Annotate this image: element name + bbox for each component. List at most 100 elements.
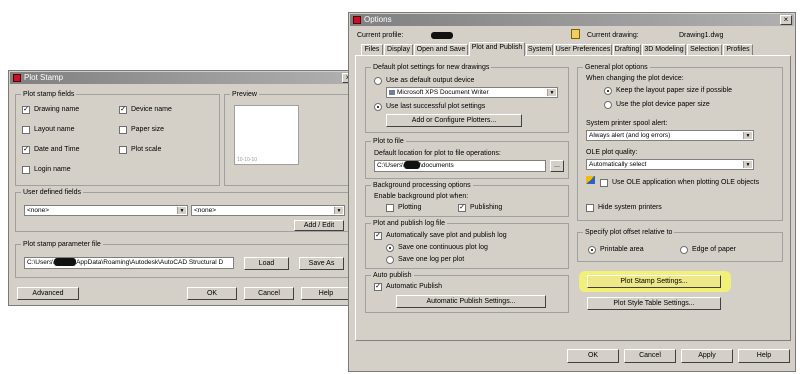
auto-publish-group: Auto publish ✓ Automatic Publish Automat…: [365, 271, 569, 313]
autocad-app-icon: [13, 74, 21, 82]
publishing-checkbox[interactable]: ✓: [458, 204, 466, 212]
log-file-group: Plot and publish log file ✓ Automaticall…: [365, 219, 569, 269]
enable-background-label: Enable background plot when:: [374, 193, 469, 200]
apply-button[interactable]: Apply: [681, 349, 733, 363]
path-prefix: C:\Users\: [377, 162, 405, 169]
use-last-successful-label: Use last successful plot settings: [386, 103, 486, 110]
login-name-label: Login name: [34, 166, 71, 173]
tab-open-and-save[interactable]: Open and Save: [414, 44, 468, 55]
automatic-publish-settings-button[interactable]: Automatic Publish Settings...: [396, 295, 546, 308]
save-continuous-radio[interactable]: [386, 244, 394, 252]
tab-selection[interactable]: Selection: [687, 44, 722, 55]
help-button[interactable]: Help: [738, 349, 790, 363]
device-name-label: Device name: [131, 106, 172, 113]
use-ole-application-checkbox[interactable]: [600, 179, 608, 187]
layout-name-checkbox[interactable]: [22, 126, 30, 134]
printable-area-label: Printable area: [600, 246, 644, 253]
keep-layout-paper-radio[interactable]: [604, 87, 612, 95]
paper-size-label: Paper size: [131, 126, 165, 133]
save-per-plot-radio[interactable]: [386, 256, 394, 264]
general-plot-options-group: General plot options When changing the p…: [577, 63, 783, 221]
tab-display[interactable]: Display: [384, 44, 413, 55]
chevron-down-icon[interactable]: ▼: [743, 161, 752, 168]
path-prefix: C:\Users\: [27, 259, 55, 266]
user-field-2-dropdown[interactable]: <none> ▼: [191, 205, 345, 216]
edge-of-paper-radio[interactable]: [680, 246, 688, 254]
plot-stamp-dialog: Plot Stamp × Plot stamp fields ✓ Drawing…: [8, 70, 358, 306]
autocad-app-icon: [353, 16, 361, 24]
tab-3d-modeling[interactable]: 3D Modeling: [642, 44, 686, 55]
plotting-label: Plotting: [398, 204, 422, 211]
tab-profiles[interactable]: Profiles: [723, 44, 753, 55]
cancel-button[interactable]: Cancel: [244, 287, 294, 300]
automatic-publish-checkbox[interactable]: ✓: [374, 283, 382, 291]
close-icon[interactable]: ×: [780, 15, 792, 25]
parameter-file-group: Plot stamp parameter file C:\Users\ AppDa…: [15, 240, 351, 278]
use-default-device-radio[interactable]: [374, 77, 382, 85]
layout-name-label: Layout name: [34, 126, 75, 133]
tab-user-preferences[interactable]: User Preferences: [554, 44, 612, 55]
group-label: Plot and publish log file: [371, 219, 447, 228]
drawing-name-label: Drawing name: [34, 106, 80, 113]
advanced-button[interactable]: Advanced: [17, 287, 79, 300]
publishing-label: Publishing: [470, 204, 503, 211]
ok-button[interactable]: OK: [567, 349, 619, 363]
chevron-down-icon[interactable]: ▼: [547, 89, 556, 96]
tab-files[interactable]: Files: [361, 44, 383, 55]
use-ole-application-label: Use OLE application when plotting OLE ob…: [612, 179, 760, 186]
group-label: Preview: [230, 90, 259, 99]
current-drawing-value: Drawing1.dwg: [679, 32, 724, 39]
plot-file-location-field[interactable]: C:\Users\ \documents: [374, 160, 546, 172]
save-as-button[interactable]: Save As: [299, 257, 344, 270]
keep-layout-paper-label: Keep the layout paper size if possible: [616, 87, 732, 94]
group-label: Specify plot offset relative to: [583, 228, 675, 237]
auto-save-log-label: Automatically save plot and publish log: [386, 232, 507, 239]
printer-icon: [389, 90, 395, 95]
paper-size-checkbox[interactable]: [119, 126, 127, 134]
login-name-checkbox[interactable]: [22, 166, 30, 174]
load-button[interactable]: Load: [244, 257, 289, 270]
path-rest: AppData\Roaming\Autodesk\AutoCAD Structu…: [76, 259, 224, 266]
ok-button[interactable]: OK: [187, 287, 237, 300]
plot-style-table-settings-button[interactable]: Plot Style Table Settings...: [587, 297, 721, 310]
printable-area-radio[interactable]: [588, 246, 596, 254]
plot-scale-checkbox[interactable]: [119, 146, 127, 154]
device-name-checkbox[interactable]: ✓: [119, 106, 127, 114]
dropdown-value: <none>: [27, 207, 50, 214]
chevron-down-icon[interactable]: ▼: [177, 207, 186, 214]
preview-stamp-text: 10-10-10: [237, 157, 258, 163]
group-label: Plot to file: [371, 137, 406, 146]
date-time-checkbox[interactable]: ✓: [22, 146, 30, 154]
plot-stamp-settings-button[interactable]: Plot Stamp Settings...: [587, 275, 721, 288]
output-device-dropdown[interactable]: Microsoft XPS Document Writer ▼: [386, 87, 558, 98]
preview-box: 10-10-10: [234, 105, 299, 165]
browse-button[interactable]: ...: [550, 160, 564, 172]
help-button[interactable]: Help: [301, 287, 351, 300]
add-configure-plotters-button[interactable]: Add or Configure Plotters...: [386, 114, 522, 127]
use-device-paper-radio[interactable]: [604, 101, 612, 109]
options-titlebar[interactable]: Options ×: [350, 14, 794, 26]
options-dialog: Options × Current profile: Current drawi…: [348, 12, 796, 372]
tab-drafting[interactable]: Drafting: [613, 44, 641, 55]
ole-quality-dropdown[interactable]: Automatically select ▼: [586, 159, 754, 170]
group-label: Auto publish: [371, 271, 414, 280]
date-time-label: Date and Time: [34, 146, 80, 153]
tab-system[interactable]: System: [526, 44, 553, 55]
chevron-down-icon[interactable]: ▼: [743, 132, 752, 139]
chevron-down-icon[interactable]: ▼: [334, 207, 343, 214]
parameter-file-path-field[interactable]: C:\Users\ AppData\Roaming\Autodesk\AutoCA…: [24, 257, 234, 269]
auto-save-log-checkbox[interactable]: ✓: [374, 232, 382, 240]
group-label: Background processing options: [371, 181, 473, 190]
use-last-successful-radio[interactable]: [374, 103, 382, 111]
plot-stamp-titlebar[interactable]: Plot Stamp ×: [10, 72, 356, 84]
drawing-name-checkbox[interactable]: ✓: [22, 106, 30, 114]
hide-system-printers-checkbox[interactable]: [586, 204, 594, 212]
user-field-1-dropdown[interactable]: <none> ▼: [24, 205, 188, 216]
tab-plot-and-publish[interactable]: Plot and Publish: [469, 42, 525, 56]
plotting-checkbox[interactable]: [386, 204, 394, 212]
group-label: General plot options: [583, 63, 650, 72]
path-rest: \documents: [420, 162, 454, 169]
cancel-button[interactable]: Cancel: [624, 349, 676, 363]
spool-alert-dropdown[interactable]: Always alert (and log errors) ▼: [586, 130, 754, 141]
add-edit-button[interactable]: Add / Edit: [294, 220, 344, 231]
